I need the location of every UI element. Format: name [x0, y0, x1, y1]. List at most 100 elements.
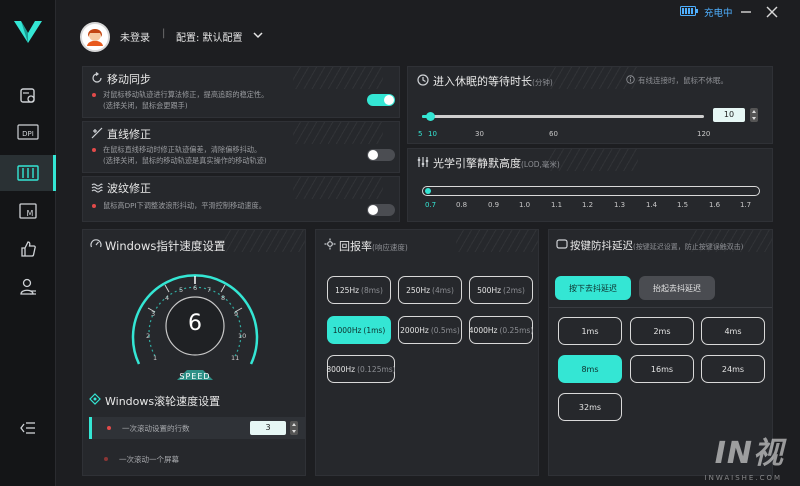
- gauge-tick: 1: [153, 354, 158, 362]
- panel-stripe-decoration: [548, 149, 638, 171]
- press-debounce-button[interactable]: 按下去抖延迟: [555, 276, 631, 300]
- scroll-speed-title: Windows滚轮速度设置: [105, 395, 221, 408]
- polling-title-text: 回报率: [339, 240, 372, 253]
- scroll-option-lines[interactable]: 一次滚动设置的行数 3: [89, 417, 305, 439]
- chevron-down-icon[interactable]: [252, 29, 264, 41]
- panel-stripe-decoration: [293, 67, 383, 89]
- polling-option-hz: 500Hz: [477, 285, 502, 295]
- lod-tick[interactable]: 1.6: [709, 201, 720, 209]
- gauge-tick: 6: [193, 284, 198, 292]
- polling-option-ms: (1ms): [363, 325, 386, 335]
- debounce-option-2ms[interactable]: 2ms: [630, 317, 694, 345]
- watermark-site: INWAISHE.COM: [704, 474, 782, 482]
- release-debounce-button[interactable]: 抬起去抖延迟: [639, 276, 715, 300]
- settings-card-icon: [20, 88, 35, 103]
- charging-status: 充电中: [704, 8, 733, 19]
- lod-tick[interactable]: 1.3: [614, 201, 625, 209]
- ripple-toggle[interactable]: [367, 204, 395, 216]
- debounce-option-16ms[interactable]: 16ms: [630, 355, 694, 383]
- sleep-title: 进入休眠的等待时长(分钟): [433, 73, 553, 89]
- speed-gauge-icon: [90, 239, 102, 248]
- polling-title: 回报率(响应速度): [339, 238, 408, 254]
- debounce-option-1ms[interactable]: 1ms: [558, 317, 622, 345]
- sleep-value-stepper[interactable]: [750, 108, 758, 122]
- battery-icon: [680, 6, 698, 16]
- lod-slider-handle[interactable]: [425, 188, 431, 194]
- gauge-tick: 10: [238, 332, 247, 340]
- radio-indicator: [104, 457, 108, 461]
- ripple-title: 波纹修正: [107, 182, 151, 195]
- debounce-option-4ms[interactable]: 4ms: [701, 317, 765, 345]
- minimize-icon[interactable]: [738, 4, 754, 20]
- sleep-value-input[interactable]: 10: [713, 108, 745, 122]
- sidebar-item-like[interactable]: [0, 231, 56, 267]
- angle-snap-toggle[interactable]: [367, 149, 395, 161]
- svg-text:M: M: [27, 209, 34, 218]
- panel-stripe-decoration: [223, 230, 305, 252]
- sidebar-item-user[interactable]: [0, 269, 56, 305]
- debounce-option-24ms[interactable]: 24ms: [701, 355, 765, 383]
- polling-option-ms: (8ms): [361, 285, 383, 295]
- motion-sync-desc-line1: 对鼠标移动轨迹进行算法修正，提高追踪的稳定性。: [103, 90, 269, 99]
- lod-tick[interactable]: 0.8: [456, 201, 467, 209]
- pointer-speed-label: SPEED: [179, 372, 211, 381]
- debounce-option-32ms[interactable]: 32ms: [558, 393, 622, 421]
- panel-stripe-decoration: [293, 122, 383, 144]
- gauge-tick: 7: [207, 286, 212, 294]
- scroll-lines-input[interactable]: 3: [250, 421, 286, 435]
- sidebar-item-dpi[interactable]: DPI: [0, 114, 56, 150]
- lod-tick[interactable]: 1.7: [740, 201, 751, 209]
- lod-slider-track[interactable]: [422, 186, 760, 196]
- lod-title-text: 光学引擎静默高度: [433, 157, 521, 170]
- scroll-option-screen[interactable]: 一次滚动一个屏幕: [89, 448, 305, 470]
- sleep-tick: 5: [418, 130, 423, 138]
- config-selector-label[interactable]: 配置: 默认配置: [176, 29, 243, 44]
- debounce-title-text: 按键防抖延迟: [570, 240, 633, 252]
- polling-option-hz: 8000Hz: [326, 364, 356, 374]
- sleep-slider-handle[interactable]: [426, 112, 435, 121]
- lod-tick[interactable]: 1.5: [677, 201, 688, 209]
- gauge-tick: 3: [151, 310, 156, 318]
- brand-logo-icon: [14, 21, 42, 43]
- sidebar-item-macro[interactable]: M: [0, 193, 56, 229]
- lod-tick[interactable]: 1.1: [551, 201, 562, 209]
- lod-tick[interactable]: 1.0: [519, 201, 530, 209]
- lod-tick[interactable]: 0.7: [425, 201, 436, 209]
- polling-option-2000[interactable]: 2000Hz (0.5ms): [398, 316, 462, 344]
- avatar[interactable]: [80, 22, 110, 52]
- polling-option-250[interactable]: 250Hz (4ms): [398, 276, 462, 304]
- debounce-subtitle: (按键延迟设置，防止按键误触双击): [633, 243, 744, 251]
- polling-option-125[interactable]: 125Hz (8ms): [327, 276, 391, 304]
- sidebar-item-performance[interactable]: [0, 155, 56, 191]
- ripple-icon: [91, 183, 103, 193]
- gauge-tick: 9: [234, 310, 239, 318]
- angle-snap-description: 在鼠标直线移动时修正轨迹偏差，清除偏移抖动。 (选择关闭，鼠标的移动轨迹是真实操…: [103, 144, 267, 166]
- sidebar-item-home[interactable]: [0, 78, 56, 114]
- scroll-lines-stepper[interactable]: [290, 421, 298, 435]
- watermark-brand: IN视: [714, 436, 784, 471]
- debounce-option-8ms[interactable]: 8ms: [558, 355, 622, 383]
- polling-option-8000[interactable]: 8000Hz (0.125ms): [326, 355, 396, 383]
- lod-tick[interactable]: 0.9: [488, 201, 499, 209]
- collapse-sidebar-button[interactable]: [0, 410, 56, 446]
- polling-option-1000[interactable]: 1000Hz (1ms): [327, 316, 391, 344]
- ripple-panel: 波纹修正 鼠标高DPI下调整波浪形抖动，平滑控制移动速度。: [82, 176, 400, 222]
- lod-unit: (LOD,毫米): [521, 160, 560, 169]
- pointer-speed-panel: Windows指针速度设置 1 2 3 4 5 6 7 8 9 10 11 6 …: [82, 229, 306, 476]
- lod-tick[interactable]: 1.2: [582, 201, 593, 209]
- login-status[interactable]: 未登录: [120, 29, 150, 44]
- polling-option-ms: (0.125ms): [357, 364, 396, 374]
- polling-option-500[interactable]: 500Hz (2ms): [469, 276, 533, 304]
- sleep-slider-track[interactable]: [422, 115, 704, 118]
- polling-option-4000[interactable]: 4000Hz (0.25ms): [469, 316, 533, 344]
- angle-snap-desc-line1: 在鼠标直线移动时修正轨迹偏差，清除偏移抖动。: [103, 145, 262, 154]
- motion-sync-toggle[interactable]: [367, 94, 395, 106]
- lod-tick[interactable]: 1.4: [646, 201, 657, 209]
- polling-option-hz: 125Hz: [335, 285, 360, 295]
- info-icon: [626, 75, 635, 84]
- key-debounce-icon: [556, 239, 568, 249]
- polling-option-hz: 250Hz: [406, 285, 431, 295]
- motion-sync-title: 移动同步: [107, 73, 151, 86]
- lod-height-icon: [417, 157, 429, 167]
- close-icon[interactable]: [764, 4, 780, 20]
